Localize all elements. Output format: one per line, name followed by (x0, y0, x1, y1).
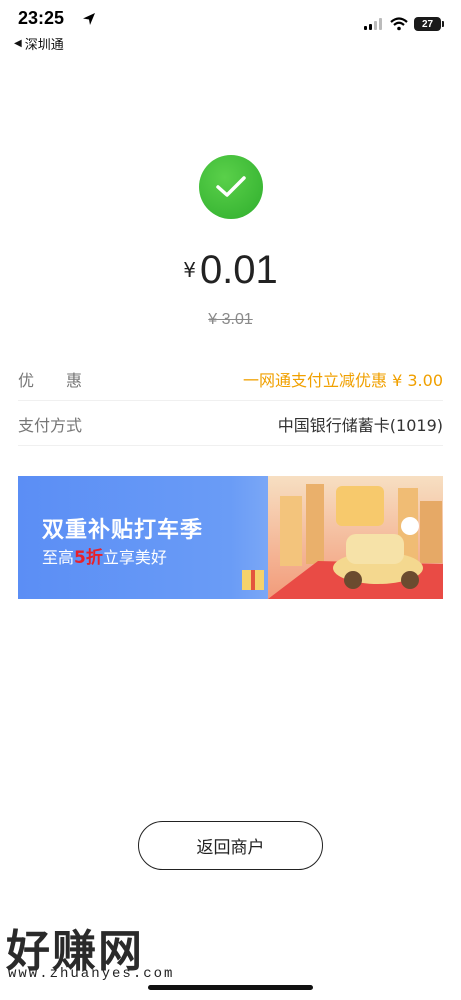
banner-sub-highlight: 5折 (74, 548, 103, 568)
discount-row: 优 惠 一网通支付立减优惠 ¥ 3.00 (18, 357, 443, 401)
amount-value: 0.01 (199, 248, 278, 292)
payment-method-row: 支付方式 中国银行储蓄卡(1019) (18, 402, 443, 446)
battery-indicator: 27 (414, 17, 444, 31)
original-price: ¥ 3.01 (208, 311, 253, 328)
status-time: 23:25 (18, 8, 65, 28)
signal-icon (364, 18, 382, 30)
wifi-icon (390, 17, 408, 31)
discount-value: 一网通支付立减优惠 ¥ 3.00 (243, 370, 443, 390)
home-indicator[interactable] (148, 985, 313, 990)
promo-banner[interactable]: 双重补贴打车季 至高5折立享美好 (18, 476, 443, 599)
payment-method-label: 支付方式 (18, 415, 83, 435)
status-indicators: 27 (364, 17, 444, 31)
banner-subtitle: 至高5折立享美好 (42, 543, 167, 568)
location-arrow-icon (83, 13, 95, 25)
back-triangle-icon: ◀ (14, 38, 22, 49)
banner-title: 双重补贴打车季 (42, 518, 204, 543)
banner-sub-prefix: 至高 (42, 548, 75, 567)
payment-method-value: 中国银行储蓄卡(1019) (277, 415, 443, 435)
paid-amount: ¥0.01 (0, 248, 461, 293)
discount-label: 优 惠 (18, 370, 83, 390)
banner-sub-suffix: 立享美好 (102, 548, 167, 567)
return-to-merchant-button[interactable]: 返回商户 (138, 821, 323, 870)
back-to-app-link[interactable]: ◀ 深圳通 (14, 34, 64, 53)
currency-symbol: ¥ (183, 258, 196, 282)
success-check-icon (199, 155, 263, 219)
back-app-label: 深圳通 (24, 38, 64, 53)
watermark-url: www.zhuanyes.com (8, 966, 175, 982)
